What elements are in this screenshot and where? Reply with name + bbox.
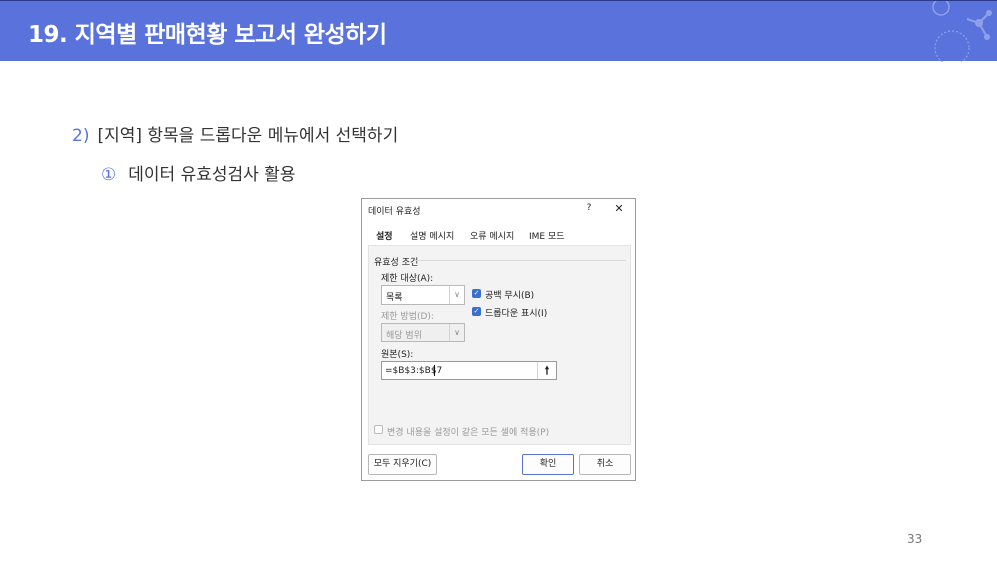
substep-number: ① (101, 165, 117, 185)
allow-select[interactable]: 목록 ∨ (381, 285, 465, 305)
section-divider (414, 260, 626, 261)
range-select-arrow-icon[interactable]: 🠕 (537, 362, 556, 379)
substep-heading: ① 데이터 유효성검사 활용 (101, 160, 295, 185)
help-button[interactable]: ? (582, 203, 596, 213)
slide-title: 19. 지역별 판매현황 보고서 완성하기 (28, 22, 387, 48)
in-cell-dropdown-label: 드롭다운 표시(I) (485, 309, 548, 319)
tab-input-message[interactable]: 설명 메시지 (410, 229, 454, 245)
step-number: 2) (72, 126, 90, 146)
tab-ime-mode[interactable]: IME 모드 (529, 229, 565, 245)
data-label: 제한 방법(D): (381, 312, 434, 322)
clear-all-button[interactable]: 모두 지우기(C) (368, 454, 437, 475)
data-select: 해당 범위 ∨ (381, 323, 465, 342)
dialog-title: 데이터 유효성 (368, 207, 421, 217)
settings-panel: 유효성 조건 제한 대상(A): 목록 ∨ ✓ 공백 무시(B) ✓ 드롭다운 … (368, 245, 631, 445)
source-input[interactable]: =$B$3:$B$7 🠕 (381, 361, 557, 380)
cancel-button[interactable]: 취소 (579, 454, 631, 475)
chevron-down-icon: ∨ (449, 324, 464, 341)
page-number: 33 (907, 532, 923, 546)
apply-all-checkbox[interactable] (374, 425, 383, 434)
tab-error-alert[interactable]: 오류 메시지 (470, 229, 514, 245)
molecule-decoration-icon (932, 1, 992, 62)
allow-value: 목록 (386, 293, 403, 303)
allow-label: 제한 대상(A): (381, 274, 434, 284)
validation-criteria-label: 유효성 조건 (374, 258, 419, 268)
ignore-blank-label: 공백 무시(B) (485, 291, 535, 301)
data-validation-dialog: 데이터 유효성 ? ✕ 설정 설명 메시지 오류 메시지 IME 모드 유효성 … (361, 198, 636, 481)
in-cell-dropdown-checkbox[interactable]: ✓ (472, 307, 481, 316)
data-value: 해당 범위 (386, 331, 422, 341)
chevron-down-icon: ∨ (449, 286, 464, 304)
step-text: [지역] 항목을 드롭다운 메뉴에서 선택하기 (97, 126, 399, 146)
ignore-blank-checkbox[interactable]: ✓ (472, 289, 481, 298)
source-label: 원본(S): (381, 350, 414, 360)
text-caret (434, 365, 435, 376)
ok-button[interactable]: 확인 (522, 454, 574, 475)
step-heading: 2) [지역] 항목을 드롭다운 메뉴에서 선택하기 (72, 121, 398, 146)
close-button[interactable]: ✕ (612, 202, 626, 215)
dialog-titlebar: 데이터 유효성 ? ✕ (362, 199, 635, 221)
apply-all-label: 변경 내용을 설정이 같은 모든 셀에 적용(P) (387, 428, 550, 438)
substep-text: 데이터 유효성검사 활용 (128, 165, 296, 185)
slide-header: 19. 지역별 판매현황 보고서 완성하기 (0, 0, 997, 62)
